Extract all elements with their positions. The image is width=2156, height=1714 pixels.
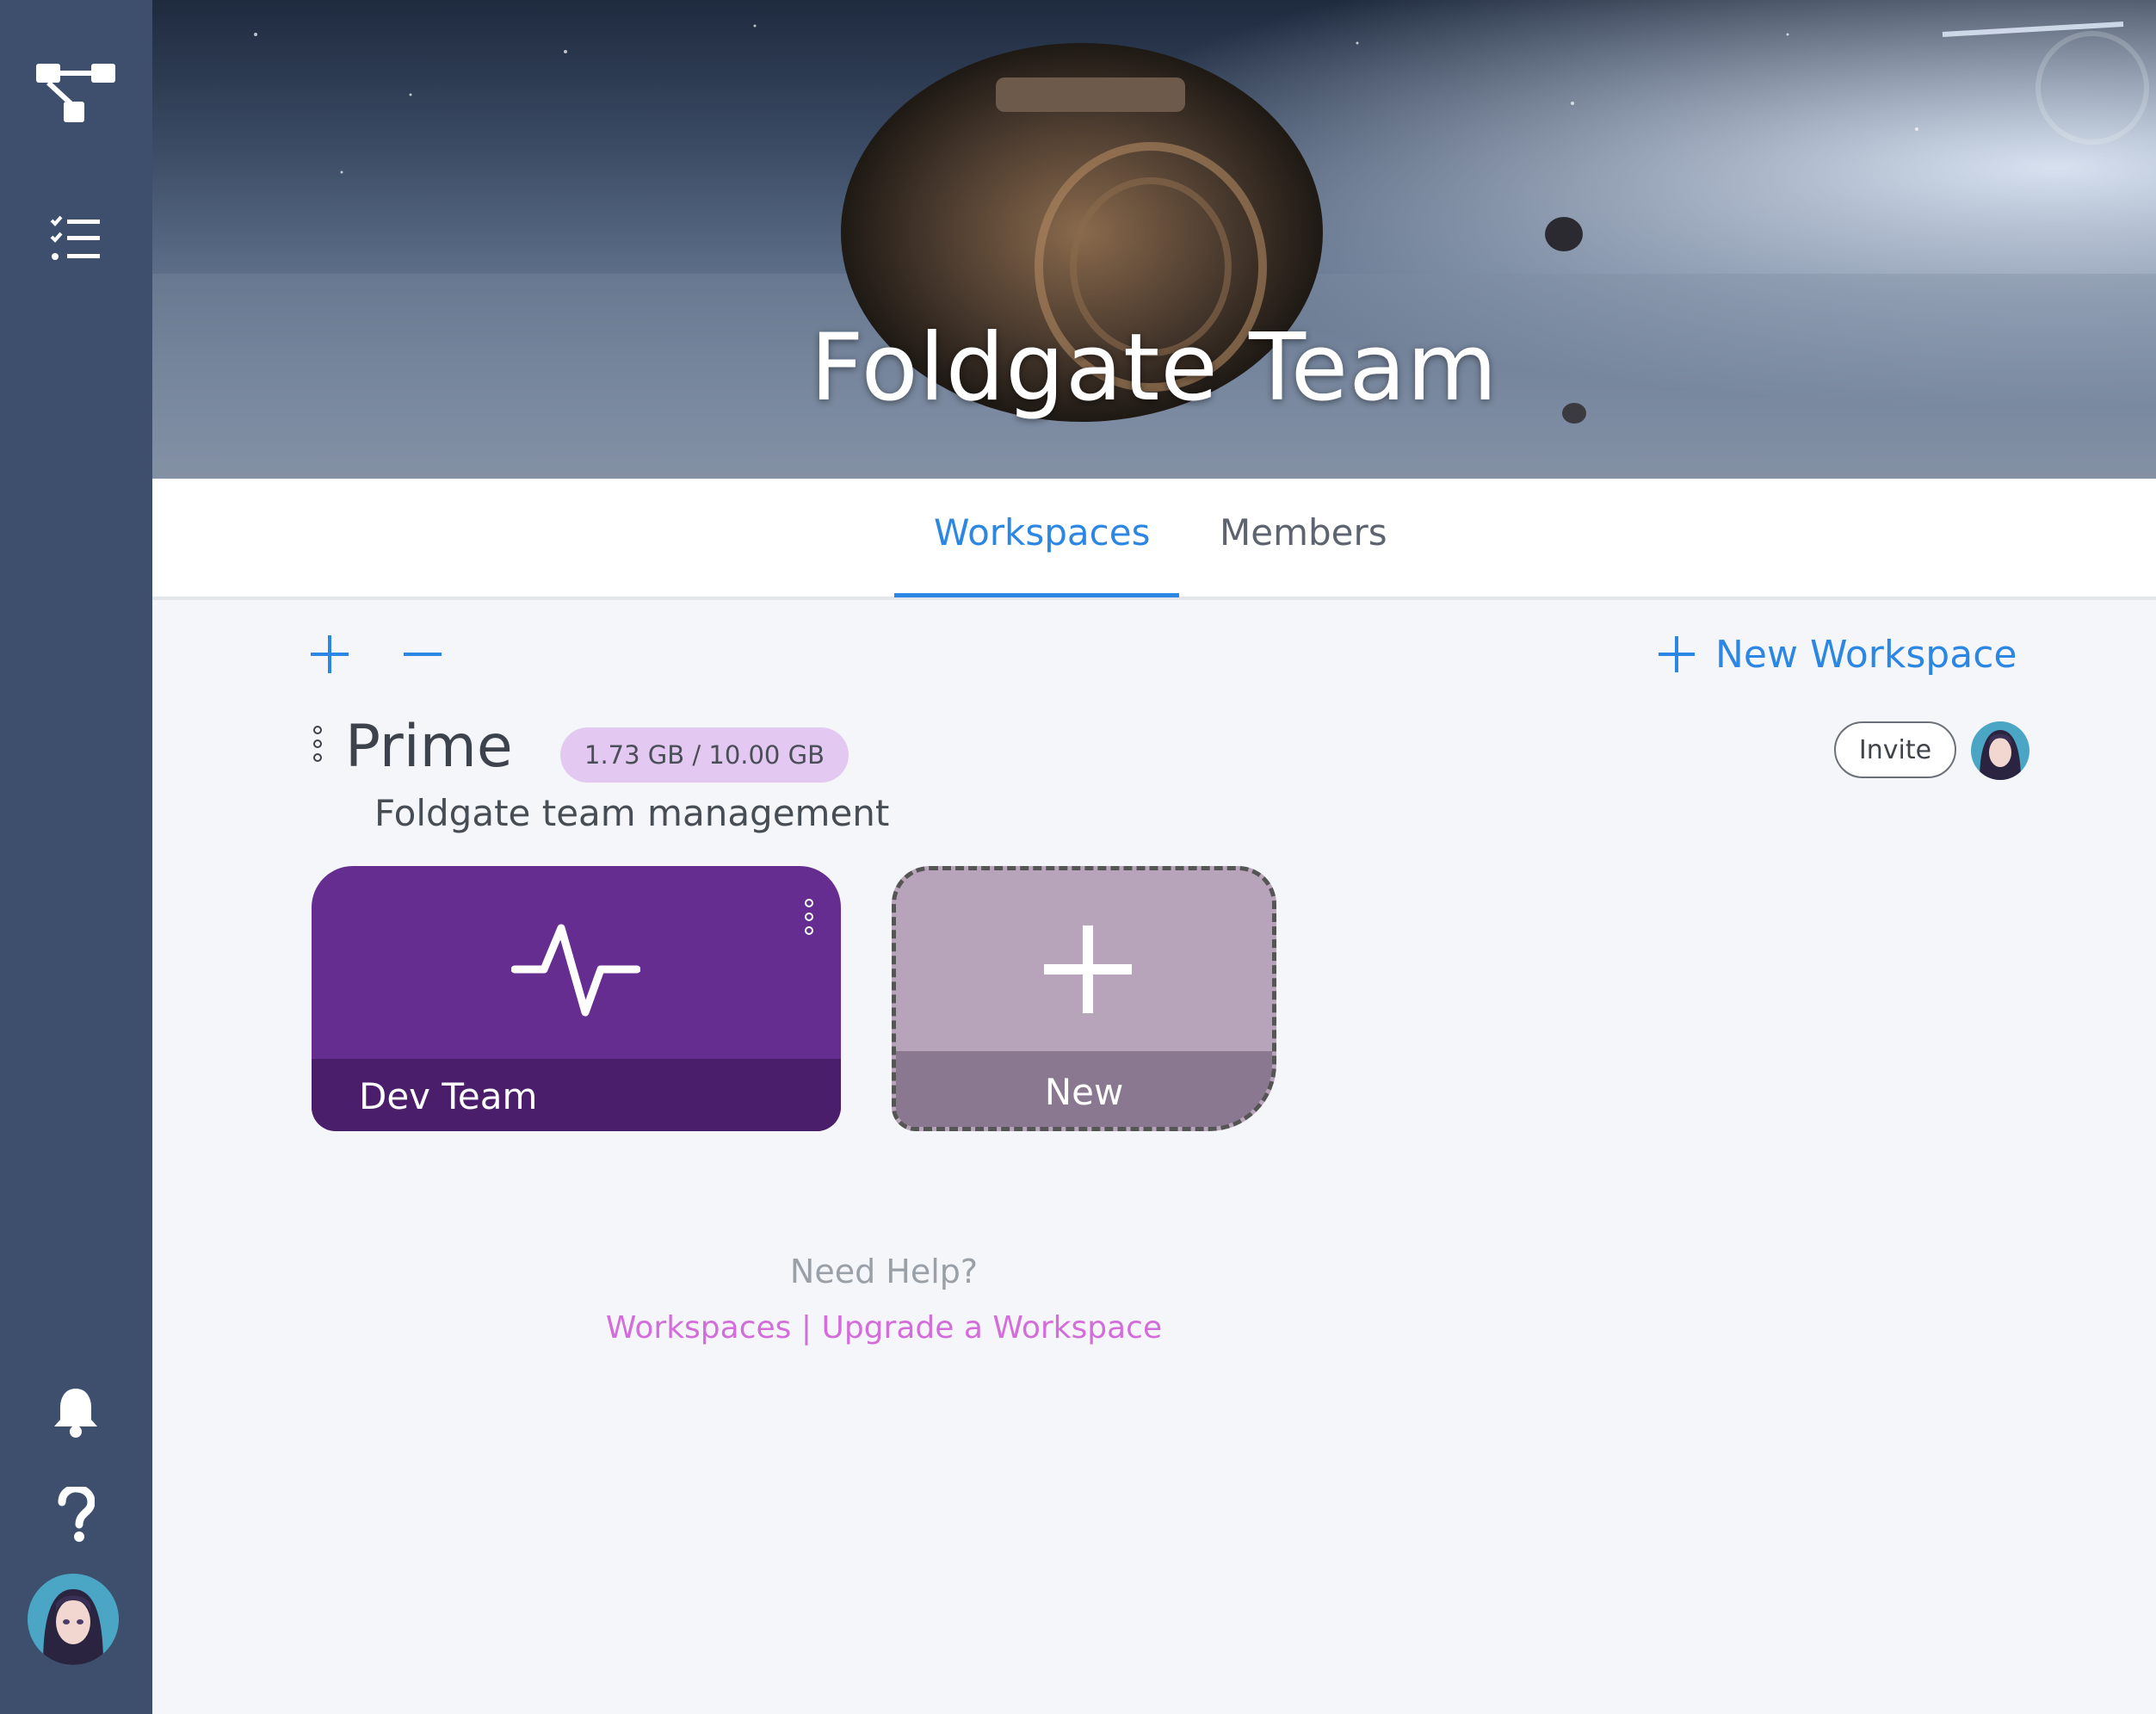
new-workspace-button[interactable]: New Workspace <box>1657 627 2017 682</box>
plus-icon <box>1659 636 1695 672</box>
upgrade-workspace-link[interactable]: Upgrade a Workspace <box>821 1310 1162 1346</box>
tab-bar: Workspaces Members <box>152 479 2156 600</box>
plus-icon <box>1044 925 1132 1013</box>
storage-badge: 1.73 GB / 10.00 GB <box>560 727 849 783</box>
help-title: Need Help? <box>789 1253 979 1290</box>
member-avatar[interactable] <box>1971 721 2029 780</box>
workspaces-help-link[interactable]: Workspaces <box>606 1310 792 1346</box>
tab-members[interactable]: Members <box>1220 511 1387 554</box>
card-label: Dev Team <box>359 1075 538 1117</box>
tab-workspaces[interactable]: Workspaces <box>934 511 1150 554</box>
main-content: Foldgate Team Workspaces Members New Wor… <box>152 0 2156 1714</box>
invite-button[interactable]: Invite <box>1834 721 1956 778</box>
new-workspace-card[interactable]: New <box>892 866 1276 1131</box>
group-title: Prime <box>345 713 513 781</box>
checklist-icon[interactable] <box>33 196 119 282</box>
card-label: New <box>1044 1071 1124 1113</box>
link-separator: | <box>800 1310 812 1346</box>
new-workspace-label: New Workspace <box>1715 632 2017 677</box>
active-tab-indicator <box>894 593 1179 597</box>
expand-all-icon[interactable] <box>304 628 355 680</box>
sidebar <box>0 0 152 1714</box>
user-avatar[interactable] <box>28 1574 119 1665</box>
workflow-icon[interactable] <box>33 50 119 136</box>
help-links: Workspaces | Upgrade a Workspace <box>152 1310 1615 1346</box>
banner-corner-icon <box>2036 31 2149 145</box>
bell-icon[interactable] <box>33 1369 119 1455</box>
activity-icon <box>511 924 640 1017</box>
help-icon[interactable] <box>33 1472 119 1558</box>
card-menu-icon[interactable] <box>800 899 819 935</box>
workspace-card-dev-team[interactable]: Dev Team <box>312 866 841 1131</box>
team-title: Foldgate Team <box>810 314 1498 422</box>
collapse-all-icon[interactable] <box>397 628 448 680</box>
team-banner: Foldgate Team <box>152 0 2156 479</box>
group-menu-icon[interactable] <box>308 726 327 762</box>
group-description: Foldgate team management <box>374 792 890 834</box>
